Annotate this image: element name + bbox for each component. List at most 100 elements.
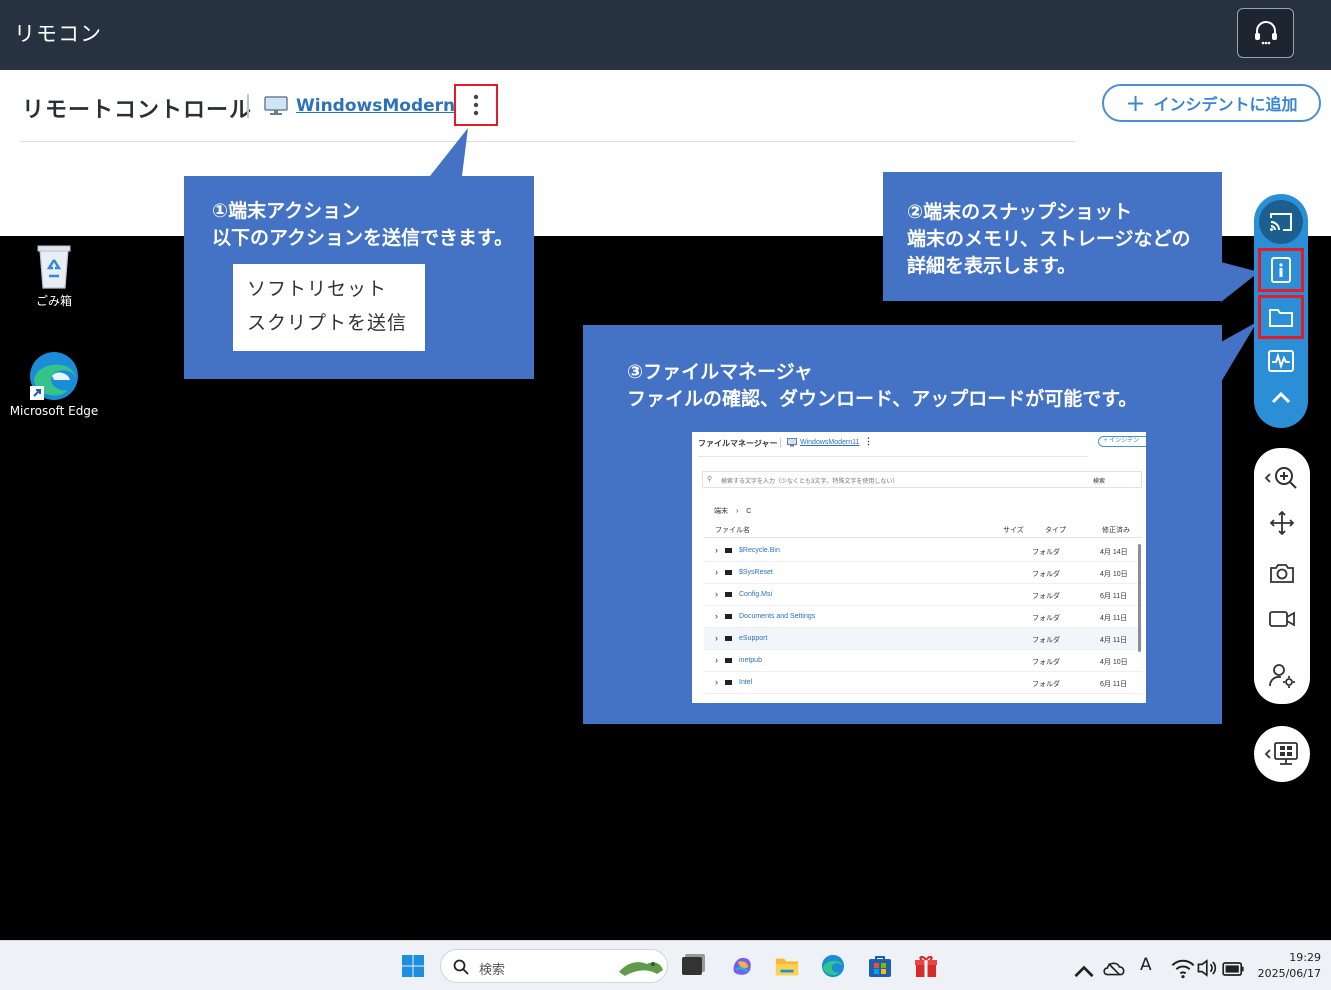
file-explorer-icon[interactable]	[775, 954, 799, 978]
user-settings-button[interactable]	[1256, 658, 1308, 692]
chevron-up-icon[interactable]	[1072, 959, 1096, 983]
folder-icon	[725, 548, 732, 553]
chevron-right-icon: ›	[715, 677, 718, 687]
screenshot-button[interactable]	[1256, 558, 1308, 588]
snapshot-callout: ②端末のスナップショット 端末のメモリ、ストレージなどの 詳細を表示します。	[883, 172, 1222, 301]
fm-search-bar: ⚲ 検索する文字を入力（少なくとも3文字、特殊文字を使用しない） 検索	[702, 471, 1142, 488]
fm-file-modified: 4月 14日	[1100, 549, 1128, 556]
fm-col-type: タイプ	[1045, 527, 1066, 534]
callout-text: 詳細を表示します。	[907, 255, 1077, 277]
fm-file-modified: 4月 10日	[1100, 571, 1128, 578]
more-vertical-icon	[473, 94, 479, 116]
app-bar: リモコン	[0, 0, 1331, 70]
chevron-right-icon: ›	[715, 545, 718, 555]
monitor-icon	[787, 438, 797, 447]
fm-table-row: › Documents and Settings フォルダ 4月 11日	[704, 606, 1142, 628]
edge-shortcut[interactable]: Microsoft Edge	[6, 350, 102, 418]
move-icon	[1269, 510, 1295, 536]
recycle-bin-shortcut[interactable]: ごみ箱	[24, 242, 84, 309]
recycle-bin-label: ごみ箱	[35, 294, 72, 308]
edge-label: Microsoft Edge	[9, 404, 99, 418]
fm-file-type: フォルダ	[1032, 549, 1060, 556]
callout-pointer	[430, 128, 468, 176]
fm-file-name: $SysReset	[739, 569, 773, 576]
fm-header-line	[698, 456, 1088, 457]
gift-app-icon[interactable]	[914, 954, 938, 978]
fm-table-row: › eSupport フォルダ 4月 11日	[704, 628, 1142, 650]
edge-taskbar-icon[interactable]	[821, 954, 845, 978]
collapse-button[interactable]	[1259, 383, 1303, 413]
file-manager-highlight	[1258, 295, 1304, 339]
copilot-icon[interactable]	[730, 954, 754, 978]
device-actions-button[interactable]	[454, 84, 498, 126]
fm-scrollbar	[1138, 544, 1141, 652]
fm-table-header: ファイル名 サイズ タイプ 修正済み	[704, 520, 1142, 538]
support-button[interactable]	[1237, 8, 1294, 58]
callout-text: 端末のメモリ、ストレージなどの	[907, 228, 1191, 250]
chevron-right-icon: ›	[715, 655, 718, 665]
volume-icon[interactable]	[1196, 956, 1220, 980]
fm-incident-button: + インシデン	[1098, 436, 1146, 447]
search-icon: ⚲	[707, 476, 713, 483]
fm-col-name: ファイル名	[715, 527, 750, 534]
fm-file-name: Documents and Settings	[739, 613, 816, 620]
headset-icon	[1254, 21, 1277, 45]
fm-breadcrumb-current: C	[746, 508, 752, 515]
fm-search-button: 検索	[1093, 479, 1106, 485]
actions-menu: ソフトリセット スクリプトを送信	[233, 264, 425, 351]
file-manager-preview: ファイルマネージャー WindowsModern11 ⋮ + インシデン ⚲ 検…	[692, 432, 1146, 703]
clock-time: 19:29	[1289, 951, 1321, 964]
fm-file-type: フォルダ	[1032, 593, 1060, 600]
page-title: リモートコントロール	[22, 98, 253, 123]
more-vertical-icon: ⋮	[864, 436, 873, 446]
wifi-icon[interactable]	[1171, 956, 1195, 980]
folder-icon	[725, 614, 732, 619]
fm-table-row: › $Recycle.Bin フォルダ 4月 14日	[704, 540, 1142, 562]
windows-start-icon[interactable]	[401, 954, 425, 978]
record-button[interactable]	[1256, 604, 1308, 634]
callout-title: ③ファイルマネージャ	[627, 361, 813, 383]
cloud-sync-icon[interactable]	[1102, 956, 1126, 980]
fm-incident-label: インシデン	[1109, 438, 1140, 444]
add-to-incident-button[interactable]: + インシデントに追加	[1102, 84, 1321, 122]
fm-file-type: フォルダ	[1032, 659, 1060, 666]
move-button[interactable]	[1256, 508, 1308, 538]
header-divider	[20, 141, 1075, 142]
fm-file-type: フォルダ	[1032, 571, 1060, 578]
taskbar-clock[interactable]: 19:29 2025/06/17	[1258, 950, 1321, 982]
fm-file-name: inetpub	[739, 657, 762, 664]
edge-icon	[30, 352, 78, 400]
zoom-button[interactable]	[1256, 462, 1308, 494]
cast-button[interactable]	[1259, 200, 1303, 244]
callout-title: ①端末アクション	[212, 200, 361, 222]
fm-breadcrumb: 端末 › C	[714, 506, 751, 516]
cast-icon	[1270, 213, 1292, 231]
fm-table-row: › Intel フォルダ 6月 11日	[704, 672, 1142, 694]
performance-button[interactable]	[1259, 342, 1303, 380]
fm-file-modified: 4月 11日	[1100, 615, 1128, 622]
folder-icon	[725, 680, 732, 685]
chevron-right-icon: ›	[715, 611, 718, 621]
windows-taskbar: 検索 A 19:29 2025/06/17	[0, 940, 1331, 990]
video-camera-icon	[1269, 611, 1295, 627]
fm-file-type: フォルダ	[1032, 637, 1060, 644]
fm-file-type: フォルダ	[1032, 615, 1060, 622]
fm-file-modified: 4月 10日	[1100, 659, 1128, 666]
windows-screen-button[interactable]	[1256, 738, 1308, 770]
chevron-right-icon: ›	[715, 633, 718, 643]
taskbar-search[interactable]: 検索	[440, 949, 668, 983]
folder-icon	[725, 592, 732, 597]
task-view-icon[interactable]	[682, 957, 702, 975]
battery-icon[interactable]	[1222, 957, 1246, 981]
store-icon[interactable]	[868, 954, 892, 978]
fm-divider	[780, 438, 781, 448]
send-script-item: スクリプトを送信	[247, 312, 408, 334]
ime-indicator[interactable]: A	[1140, 955, 1152, 975]
chevron-up-icon	[1271, 391, 1291, 404]
camera-icon	[1270, 564, 1294, 583]
callout-text: 以下のアクションを送信できます。	[212, 227, 514, 249]
device-actions-callout: ①端末アクション 以下のアクションを送信できます。 ソフトリセット スクリプトを…	[184, 176, 534, 379]
fm-file-name: $Recycle.Bin	[739, 547, 780, 554]
soft-reset-item: ソフトリセット	[247, 278, 388, 300]
device-link[interactable]: WindowsModern11	[296, 96, 479, 116]
